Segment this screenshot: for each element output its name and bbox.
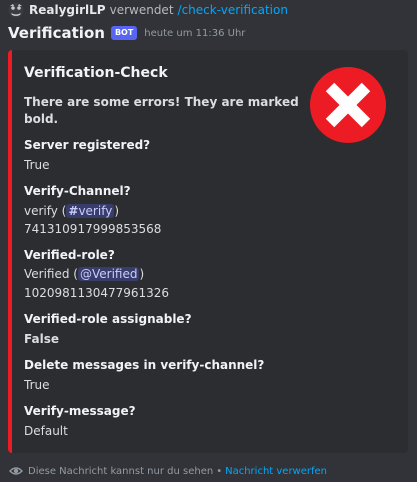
channel-mention-label: verify [78, 204, 113, 218]
field-value-verify-message: Default [24, 424, 68, 438]
embed-title: Verification-Check [24, 65, 168, 81]
message-timestamp: heute um 11:36 Uhr [144, 27, 246, 39]
error-x-icon[interactable] [308, 65, 388, 145]
dismiss-message-link[interactable]: Nachricht verwerfen [225, 466, 327, 477]
role-mention[interactable]: @Verified [77, 267, 140, 281]
channel-mention[interactable]: #verify [66, 204, 115, 218]
field-value-role-assignable: False [24, 332, 59, 346]
field-value-delete-messages: True [24, 378, 50, 392]
field-value-verified-role: Verified (@Verified) [24, 267, 144, 281]
field-name-verify-channel: Verify-Channel? [24, 184, 131, 198]
field-value-verify-channel: verify (#verify) [24, 204, 119, 218]
author-name[interactable]: Verification [8, 24, 105, 42]
field-value-verify-channel-id: 741310917999853568 [24, 222, 162, 236]
field-name-verified-role: Verified-role? [24, 248, 115, 262]
verified-role-suffix: ) [139, 267, 145, 281]
avatar-icon[interactable] [8, 2, 24, 18]
field-name-delete-messages: Delete messages in verify-channel? [24, 358, 265, 372]
embed-description: There are some errors! They are marked b… [24, 95, 299, 126]
eye-icon [9, 467, 23, 475]
field-name-server-registered: Server registered? [24, 138, 151, 152]
ephemeral-text: Diese Nachricht kannst nur du sehen [28, 465, 214, 477]
embed-color-bar [8, 50, 12, 453]
message-header: Verification BOT heute um 11:36 Uhr [8, 22, 245, 44]
field-name-role-assignable: Verified-role assignable? [24, 312, 192, 326]
field-name-verify-message: Verify-message? [24, 404, 136, 418]
embed: Verification-Check There are some errors… [8, 50, 408, 453]
ephemeral-notice: Diese Nachricht kannst nur du sehen • Na… [9, 462, 327, 480]
field-value-verified-role-id: 1020981130477961326 [24, 286, 170, 300]
bot-badge: BOT [110, 26, 138, 40]
discord-message: RealygirlLP verwendet /check-verificatio… [0, 0, 417, 482]
channel-hash-icon: # [68, 204, 79, 218]
command-user[interactable]: RealygirlLP [29, 3, 106, 17]
field-value-server-registered: True [24, 158, 50, 172]
verify-channel-prefix: verify ( [24, 204, 67, 218]
verified-role-prefix: Verified ( [24, 267, 78, 281]
command-name[interactable]: /check-verification [178, 3, 288, 17]
command-verb: verwendet [109, 2, 174, 17]
verify-channel-suffix: ) [114, 204, 119, 218]
ephemeral-separator: • [216, 465, 223, 477]
command-invocation: RealygirlLP verwendet /check-verificatio… [8, 1, 288, 18]
